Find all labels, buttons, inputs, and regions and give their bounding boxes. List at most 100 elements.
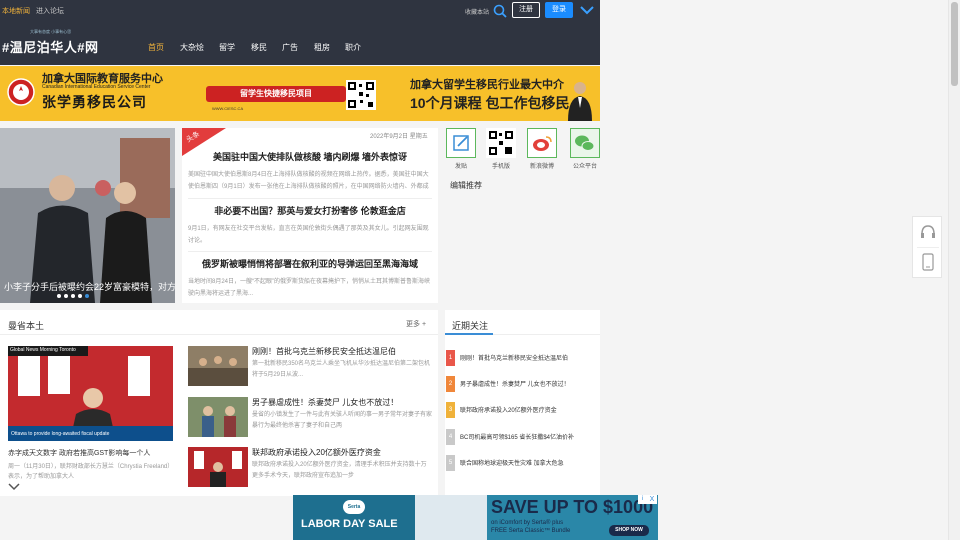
headline-desc: 9月1日，有网友在社交平台发帖，直言在英国伦敦街头偶遇了那英及其女儿。引起网友围… [188, 226, 429, 244]
wechat-icon[interactable] [570, 128, 600, 158]
list-desc: 第一批新移民350名乌克兰人乘坐飞机从华沙抵达温尼伯第二架包机将于5月29日从波… [252, 361, 431, 378]
bottom-ad-banner[interactable]: Serta LABOR DAY SALE SAVE UP TO $1000 on… [293, 495, 658, 540]
site-logo[interactable]: 大事有态度 小事有心思 #温尼泊华人#网 [2, 29, 112, 61]
ranked-item[interactable]: 3 联邦政府承诺投入20亿额外医疗资金 [445, 400, 600, 420]
headline-item[interactable]: 俄罗斯被曝悄悄将部署在叙利亚的导弹运回至黑海海域 当地时间8月24日，一艘“不起… [188, 257, 432, 300]
chevron-down-icon[interactable] [580, 5, 594, 15]
register-button[interactable]: 注册 [512, 2, 540, 18]
divider [917, 247, 939, 248]
weibo-icon[interactable] [527, 128, 557, 158]
ad-close-icon[interactable]: X [647, 495, 657, 504]
banner-url: WWW.CIESC.CA [212, 106, 244, 111]
featured-desc: 周一（11月30日），联邦财政部长方慧兰（Chrystia Freeland）表… [8, 464, 171, 480]
scrollbar-thumb[interactable] [951, 2, 958, 86]
slider-dot[interactable] [71, 294, 75, 298]
ad-subtext-line: on iComfort by Serta® plus [491, 520, 564, 526]
quick-links: 发贴 手机版 新浪微博 公众平台 [444, 128, 600, 176]
list-desc: 曼省的小镇发生了一件与此有关骇人听闻的事一男子常年对妻子有家暴行为最终他杀害了妻… [252, 412, 432, 429]
list-item[interactable]: 刚刚！首批乌克兰新移民安全抵达温尼伯 第一批新移民350名乌克兰人乘坐飞机从华沙… [188, 346, 436, 388]
top-banner-ad[interactable]: 加拿大国际教育服务中心 Canadian International Educa… [0, 66, 600, 121]
login-button[interactable]: 登录 [545, 2, 573, 18]
divider [188, 251, 432, 252]
ciesc-logo-icon [7, 78, 35, 106]
headline-title[interactable]: 非必要不出国？那英与爱女打扮奢侈 伦敦逛金店 [188, 204, 432, 217]
featured-caption: Ottawa to provide long-awaited fiscal up… [11, 431, 110, 437]
quick-weibo[interactable]: 新浪微博 [526, 128, 558, 170]
ranked-title[interactable]: BC司机最高可领$165 省长狂撒$4亿油价补 [460, 432, 598, 441]
rank-badge: 5 [446, 455, 455, 471]
ranked-item[interactable]: 4 BC司机最高可领$165 省长狂撒$4亿油价补 [445, 427, 600, 447]
headline-title[interactable]: 美国驻中国大使排队做核酸 墙内刷爆 墙外表惊讶 [188, 150, 432, 163]
edit-icon[interactable] [446, 128, 476, 158]
featured-image[interactable]: Global News Morning Toronto Ottawa to pr… [8, 346, 173, 441]
featured-title[interactable]: 赤字成天文数字 政府若推高GST影响每一个人 [8, 448, 150, 458]
list-title[interactable]: 联邦政府承诺投入20亿额外医疗资金 [252, 447, 381, 458]
list-thumbnail[interactable] [188, 346, 248, 386]
local-news-link[interactable]: 本地新闻 [2, 8, 30, 15]
headline-item[interactable]: 非必要不出国？那英与爱女打扮奢侈 伦敦逛金店 9月1日，有网友在社交平台发帖，直… [188, 204, 432, 247]
ranked-item[interactable]: 1 刚刚！首批乌克兰新移民安全抵达温尼伯 [445, 348, 600, 368]
nav-immigration[interactable]: 移民 [251, 42, 267, 53]
nav-ads[interactable]: 广告 [282, 42, 298, 53]
top-bar: 本地新闻 进入论坛 收藏本站 注册 登录 [0, 0, 600, 27]
headline-news: 头条 2022年9月2日 星期五 美国驻中国大使排队做核酸 墙内刷爆 墙外表惊讶… [182, 128, 438, 303]
slider-dots [57, 291, 92, 300]
quick-wechat[interactable]: 公众平台 [569, 128, 601, 170]
headset-icon[interactable] [920, 224, 936, 240]
editor-pick-title: 编辑推荐 [450, 181, 482, 190]
nav-misc[interactable]: 大杂烩 [180, 42, 204, 53]
ad-info-icon[interactable]: i [638, 495, 647, 504]
list-item[interactable]: 男子暴虐成性！杀妻焚尸 儿女也不放过！ 曼省的小镇发生了一件与此有关骇人听闻的事… [188, 397, 436, 439]
nav-study[interactable]: 留学 [219, 42, 235, 53]
chevron-down-icon[interactable] [8, 482, 20, 492]
location-links: 本地新闻 进入论坛 [2, 6, 64, 16]
headline-desc: 美国驻中国大使伯恩斯8月4日在上海排队做核酸的视频在网络上热传。据悉，美国驻中国… [188, 172, 429, 190]
page-scrollbar[interactable] [948, 0, 960, 540]
ranked-title[interactable]: 男子暴虐成性！杀妻焚尸 儿女也不放过！ [460, 379, 598, 388]
nav-home[interactable]: 首页 [148, 42, 164, 53]
list-thumbnail[interactable] [188, 447, 248, 487]
nav-jobs[interactable]: 职介 [345, 42, 361, 53]
list-desc: 联邦政府承诺投入20亿额外医疗资金，清理手术积压并支持数十万更多手术今天，联邦政… [252, 462, 427, 479]
quick-label: 公众平台 [572, 164, 597, 170]
ad-save-text: SAVE UP TO $1000 [491, 497, 654, 517]
ad-pillow-image [415, 495, 487, 540]
logo-name: #温尼泊华人#网 [2, 40, 99, 55]
ranked-title[interactable]: 联邦政府承诺投入20亿额外医疗资金 [460, 405, 598, 414]
qr-icon[interactable] [486, 128, 516, 158]
quick-mobile[interactable]: 手机版 [485, 128, 517, 170]
divider [0, 334, 438, 335]
slider-dot-active[interactable] [85, 294, 89, 298]
ranked-item[interactable]: 5 联合国称地球迎极天性灾难 加拿大危急 [445, 453, 600, 473]
headline-item[interactable]: 美国驻中国大使排队做核酸 墙内刷爆 墙外表惊讶 美国驻中国大使伯恩斯8月4日在上… [188, 150, 432, 193]
slider-dot[interactable] [64, 294, 68, 298]
nav-rent[interactable]: 租房 [314, 42, 330, 53]
quick-post[interactable]: 发贴 [445, 128, 477, 170]
list-thumbnail[interactable] [188, 397, 248, 437]
enter-portal-link[interactable]: 进入论坛 [36, 8, 64, 15]
quick-label: 新浪微博 [529, 164, 554, 170]
mobile-icon[interactable] [922, 253, 934, 271]
slider-photo [0, 128, 175, 303]
ranked-title[interactable]: 刚刚！首批乌克兰新移民安全抵达温尼伯 [460, 353, 598, 362]
list-title[interactable]: 刚刚！首批乌克兰新移民安全抵达温尼伯 [252, 346, 396, 357]
ranked-title[interactable]: 联合国称地球迎极天性灾难 加拿大危急 [460, 458, 598, 467]
bookmark-link[interactable]: 收藏本站 [465, 7, 489, 16]
list-item[interactable]: 联邦政府承诺投入20亿额外医疗资金 联邦政府承诺投入20亿额外医疗资金，清理手术… [188, 447, 436, 489]
ranked-item[interactable]: 2 男子暴虐成性！杀妻焚尸 儿女也不放过！ [445, 374, 600, 394]
ad-shop-button[interactable]: SHOP NOW [609, 525, 649, 536]
slider-dot[interactable] [57, 294, 61, 298]
banner-qr-icon [346, 80, 376, 110]
more-link[interactable]: 更多 + [406, 319, 426, 329]
headline-title[interactable]: 俄罗斯被曝悄悄将部署在叙利亚的导弹运回至黑海海域 [188, 257, 432, 270]
banner-org-en: Canadian International Education Service… [42, 84, 151, 90]
search-icon[interactable] [493, 4, 507, 18]
slider-dot[interactable] [78, 294, 82, 298]
ad-brand-logo: Serta [343, 500, 365, 514]
section-underline [445, 333, 493, 335]
recent-focus-section: 近期关注 1 刚刚！首批乌克兰新移民安全抵达温尼伯 2 男子暴虐成性！杀妻焚尸 … [445, 310, 600, 496]
photo-slider[interactable]: 小李子分手后被曝约会22岁富豪模特，对方刚高 [0, 128, 175, 303]
floating-toolbar [912, 216, 942, 278]
rank-badge: 3 [446, 402, 455, 418]
list-title[interactable]: 男子暴虐成性！杀妻焚尸 儿女也不放过！ [252, 397, 398, 408]
